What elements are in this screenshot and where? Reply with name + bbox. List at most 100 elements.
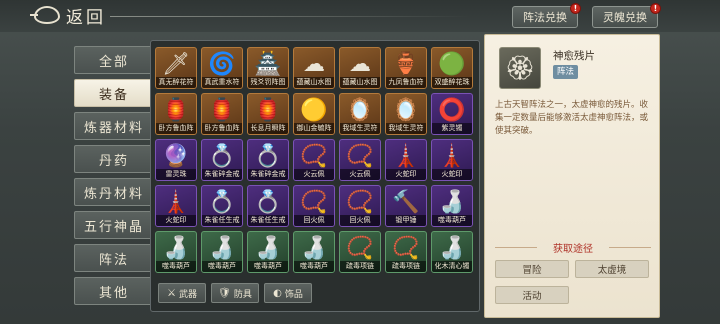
- category-tab[interactable]: 装备: [74, 79, 154, 107]
- category-tab[interactable]: 炼丹材料: [74, 178, 154, 206]
- item-label: 噬毒葫芦: [202, 261, 242, 272]
- item-slot[interactable]: 🪞 我域生灵符: [385, 93, 427, 135]
- filter-tab[interactable]: 🛡 防具: [211, 283, 259, 303]
- item-slot[interactable]: 📿 火云佩: [293, 139, 335, 181]
- item-label: 火蛇印: [432, 169, 472, 180]
- item-icon: ⭕: [438, 98, 466, 123]
- item-slot[interactable]: 💍 朱雀碎金戒: [247, 139, 289, 181]
- category-tab[interactable]: 全部: [74, 46, 154, 74]
- item-slot[interactable]: ☁ 蕴藏山水图: [339, 47, 381, 89]
- item-label: 九凤鲁血符: [386, 77, 426, 88]
- category-tab[interactable]: 其他: [74, 277, 154, 305]
- item-label: 蕴藏山水图: [294, 77, 334, 88]
- filter-tab[interactable]: ⚔ 武器: [158, 283, 206, 303]
- item-slot[interactable]: 🌀 真武重水符: [201, 47, 243, 89]
- item-name: 神愈残片: [553, 50, 595, 62]
- category-tab[interactable]: 五行神晶: [74, 211, 154, 239]
- item-slot[interactable]: 💍 朱雀碎金戒: [201, 139, 243, 181]
- item-slot[interactable]: 🍶 噬毒葫芦: [155, 231, 197, 273]
- category-tab[interactable]: 炼器材料: [74, 112, 154, 140]
- fragment-icon: 🏵: [499, 47, 541, 89]
- item-slot[interactable]: 📿 疏毒项链: [339, 231, 381, 273]
- acquire-adventure-button[interactable]: 冒险: [495, 260, 569, 278]
- item-icon: 🍶: [254, 236, 282, 261]
- item-slot[interactable]: 🏮 卧方鲁血阵: [201, 93, 243, 135]
- item-label: 卧方鲁血阵: [202, 123, 242, 134]
- item-slot[interactable]: 📿 回火佩: [339, 185, 381, 227]
- filter-label: 防具: [233, 289, 252, 300]
- filter-tab[interactable]: ◐ 饰品: [264, 283, 312, 303]
- item-slot[interactable]: 🍶 噬毒葫芦: [201, 231, 243, 273]
- item-slot[interactable]: 🍶 噬毒葫芦: [431, 185, 473, 227]
- item-slot[interactable]: 🗼 火蛇印: [431, 139, 473, 181]
- item-label: 火云佩: [340, 169, 380, 180]
- item-label: 火蛇印: [156, 215, 196, 226]
- item-slot[interactable]: ⭕ 紫灵镯: [431, 93, 473, 135]
- item-label: 锻甲锤: [386, 215, 426, 226]
- item-slot[interactable]: 🏯 残爻罚阵图: [247, 47, 289, 89]
- item-slot[interactable]: 🔨 锻甲锤: [385, 185, 427, 227]
- item-label: 残爻罚阵图: [248, 77, 288, 88]
- item-icon: 🍶: [208, 236, 236, 261]
- acquire-title: 获取途径: [485, 240, 661, 255]
- item-slot[interactable]: 🏺 九凤鲁血符: [385, 47, 427, 89]
- back-button[interactable]: 返回: [30, 4, 106, 28]
- item-icon: 🪞: [346, 98, 374, 123]
- item-icon: 📿: [346, 144, 374, 169]
- formation-exchange-label: 阵法兑换: [523, 11, 567, 24]
- item-slot[interactable]: 🔮 雷灵珠: [155, 139, 197, 181]
- item-type-tag: 阵法: [553, 65, 579, 79]
- item-slot[interactable]: 🗼 火蛇印: [385, 139, 427, 181]
- item-icon: 🍶: [438, 236, 466, 261]
- item-label: 我域生灵符: [340, 123, 380, 134]
- item-slot[interactable]: 🗡 真无醉花符: [155, 47, 197, 89]
- item-grid: 🗡 真无醉花符 🌀 真武重水符 🏯 残爻罚阵图 ☁ 蕴藏山水图 ☁ 蕴藏山水图 🏺 九凤鲁血符 🟢 双盛醉…: [155, 47, 477, 273]
- item-icon: 🔮: [162, 144, 190, 169]
- item-slot[interactable]: ☁ 蕴藏山水图: [293, 47, 335, 89]
- item-label: 朱雀任生戒: [202, 215, 242, 226]
- item-icon: 💍: [208, 144, 236, 169]
- item-label: 雷灵珠: [156, 169, 196, 180]
- item-label: 长息月瞬阵: [248, 123, 288, 134]
- item-icon: 🗼: [162, 190, 190, 215]
- item-icon: 🗼: [392, 144, 420, 169]
- acquire-taixu-button[interactable]: 太虚境: [575, 260, 649, 278]
- item-slot[interactable]: 🟢 双盛醉花珠: [431, 47, 473, 89]
- item-icon: 🗡: [162, 52, 190, 77]
- item-icon: ☁: [303, 52, 325, 77]
- item-icon: 📿: [346, 190, 374, 215]
- category-tab[interactable]: 丹药: [74, 145, 154, 173]
- item-slot[interactable]: 🏮 卧方鲁血阵: [155, 93, 197, 135]
- category-tab[interactable]: 阵法: [74, 244, 154, 272]
- armor-icon: 🛡: [218, 287, 231, 299]
- item-slot[interactable]: 🍶 化木清心镯: [431, 231, 473, 273]
- item-slot[interactable]: 🪞 我域生灵符: [339, 93, 381, 135]
- item-slot[interactable]: 💍 朱雀任生戒: [247, 185, 289, 227]
- item-icon: 💍: [254, 190, 282, 215]
- item-icon: 🪞: [392, 98, 420, 123]
- item-label: 朱雀碎金戒: [248, 169, 288, 180]
- item-icon: 🏯: [254, 52, 282, 77]
- item-slot[interactable]: 📿 疏毒项链: [385, 231, 427, 273]
- item-slot[interactable]: 📿 回火佩: [293, 185, 335, 227]
- ring-icon: ◐: [273, 287, 282, 299]
- item-slot[interactable]: 💍 朱雀任生戒: [201, 185, 243, 227]
- item-icon: 📿: [346, 236, 374, 261]
- sword-icon: ⚔: [167, 287, 176, 299]
- item-slot[interactable]: 🍶 噬毒葫芦: [293, 231, 335, 273]
- item-slot[interactable]: 🟡 御山金毓阵: [293, 93, 335, 135]
- formation-exchange-button[interactable]: 阵法兑换 !: [512, 3, 581, 28]
- notification-badge: !: [570, 3, 581, 14]
- item-label: 御山金毓阵: [294, 123, 334, 134]
- item-label: 火云佩: [294, 169, 334, 180]
- item-slot[interactable]: 🍶 噬毒葫芦: [247, 231, 289, 273]
- filter-tabs: ⚔ 武器 🛡 防具 ◐ 饰品: [158, 283, 312, 303]
- soul-exchange-button[interactable]: 灵魄兑换 !: [592, 3, 661, 28]
- item-slot[interactable]: 🏮 长息月瞬阵: [247, 93, 289, 135]
- item-slot[interactable]: 📿 火云佩: [339, 139, 381, 181]
- back-arrow-icon: [30, 6, 60, 24]
- acquire-event-button[interactable]: 活动: [495, 286, 569, 304]
- item-icon: 📿: [392, 236, 420, 261]
- item-slot[interactable]: 🗼 火蛇印: [155, 185, 197, 227]
- soul-exchange-label: 灵魄兑换: [603, 11, 647, 24]
